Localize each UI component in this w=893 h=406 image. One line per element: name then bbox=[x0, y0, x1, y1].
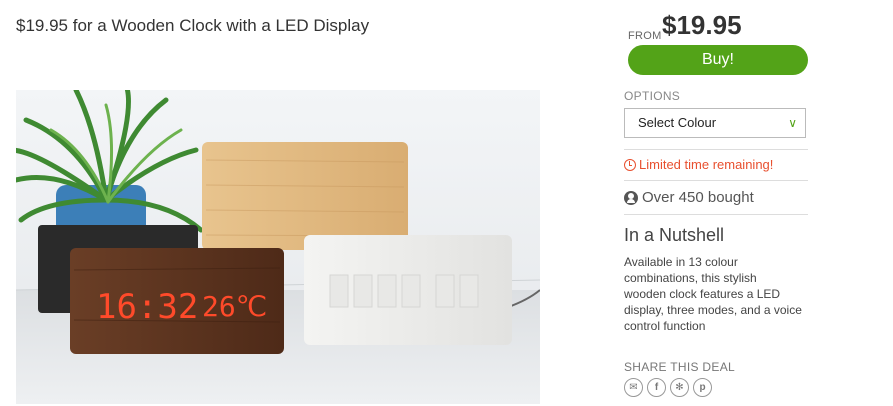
led-temp-display: 26℃ bbox=[202, 290, 267, 323]
nutshell-title: In a Nutshell bbox=[624, 225, 725, 245]
limited-time-notice: Limited time remaining! bbox=[624, 157, 773, 172]
nutshell-text: Available in 13 colour combinations, thi… bbox=[624, 255, 802, 333]
colour-select-value: Select Colour bbox=[638, 115, 717, 130]
colour-select[interactable]: Select Colour ∨ bbox=[624, 108, 806, 138]
bought-count: Over 450 bought bbox=[624, 189, 754, 206]
options-label: OPTIONS bbox=[624, 89, 681, 103]
clock-icon bbox=[624, 158, 636, 171]
share-label: SHARE THIS DEAL bbox=[624, 360, 735, 374]
price-value: $19.95 bbox=[662, 10, 742, 40]
share-icons: ✉ f ✻ p bbox=[624, 378, 712, 397]
from-label: FROM bbox=[628, 30, 662, 42]
bought-text: Over 450 bought bbox=[642, 189, 754, 206]
led-time-display: 16:32 bbox=[96, 287, 198, 327]
price-row: FROM $19.95 bbox=[624, 10, 808, 42]
deal-sidebar: FROM $19.95 Buy! OPTIONS Select Colour ∨… bbox=[624, 10, 808, 397]
buy-button[interactable]: Buy! bbox=[628, 45, 808, 75]
limited-time-text: Limited time remaining! bbox=[639, 157, 774, 172]
deal-title: $19.95 for a Wooden Clock with a LED Dis… bbox=[16, 16, 370, 35]
facebook-icon[interactable]: f bbox=[647, 378, 666, 397]
people-icon bbox=[624, 190, 638, 205]
product-image: 16:32 26℃ bbox=[16, 90, 540, 404]
twitter-icon[interactable]: ✻ bbox=[670, 378, 689, 397]
divider bbox=[624, 180, 808, 181]
divider bbox=[624, 214, 808, 215]
divider bbox=[624, 149, 808, 150]
chevron-down-icon: ∨ bbox=[788, 116, 797, 130]
mail-icon[interactable]: ✉ bbox=[624, 378, 643, 397]
pinterest-icon[interactable]: p bbox=[693, 378, 712, 397]
